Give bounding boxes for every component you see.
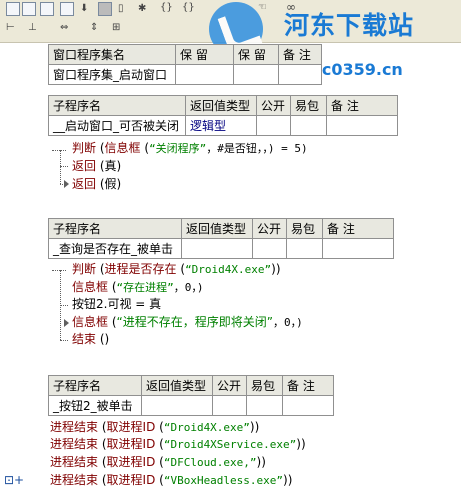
header-cell: 公开 bbox=[212, 375, 247, 396]
code-line[interactable]: 进程结束 (取进程ID (“Droid4X.exe”)) bbox=[50, 419, 259, 436]
code-line[interactable]: 结束 () bbox=[72, 331, 109, 348]
header-cell: 返回值类型 bbox=[181, 218, 253, 239]
resize-both-icon[interactable]: ⊞ bbox=[112, 21, 120, 35]
header-cell: 子程序名 bbox=[48, 95, 186, 116]
align-left-icon[interactable]: ⊢ bbox=[6, 21, 15, 35]
subprogram-table: 子程序名 返回值类型 公开 易包 备 注 _查询是否存在_被单击 bbox=[48, 218, 394, 259]
code-line[interactable]: 信息框 (“存在进程”，0，) bbox=[72, 279, 204, 296]
subprogram-name-cell[interactable]: _按钮2_被单击 bbox=[48, 395, 142, 416]
value-cell[interactable] bbox=[322, 238, 394, 259]
braces-icon[interactable]: {} bbox=[160, 1, 173, 15]
value-cell[interactable] bbox=[233, 64, 279, 85]
subprogram-name-cell[interactable]: __启动窗口_可否被关闭 bbox=[48, 115, 186, 136]
value-cell[interactable] bbox=[252, 238, 287, 259]
grid-view-icon[interactable] bbox=[6, 2, 20, 16]
header-cell: 备 注 bbox=[278, 44, 322, 65]
braces-icon[interactable]: {} bbox=[182, 1, 195, 15]
code-line[interactable]: 返回 (假) bbox=[72, 176, 121, 193]
code-line[interactable]: 返回 (真) bbox=[72, 158, 121, 175]
header-cell: 备 注 bbox=[322, 218, 394, 239]
value-cell[interactable] bbox=[256, 115, 291, 136]
page-icon[interactable]: ▯ bbox=[118, 2, 124, 16]
header-cell: 易包 bbox=[286, 218, 323, 239]
program-set-name-cell[interactable]: 窗口程序集_启动窗口 bbox=[48, 64, 176, 85]
value-cell[interactable] bbox=[290, 115, 327, 136]
code-line[interactable]: 判断 (信息框 (“关闭程序”，#是否钮，，) = 5) bbox=[72, 140, 308, 157]
header-cell: 保 留 bbox=[175, 44, 234, 65]
header-cell: 备 注 bbox=[282, 375, 334, 396]
return-type-cell[interactable] bbox=[141, 395, 213, 416]
code-line[interactable]: 判断 (进程是否存在 (“Droid4X.exe”)) bbox=[72, 261, 281, 278]
program-set-table: 窗口程序集名 保 留 保 留 备 注 窗口程序集_启动窗口 bbox=[48, 44, 322, 85]
value-cell[interactable] bbox=[175, 64, 234, 85]
return-type-cell[interactable]: 逻辑型 bbox=[185, 115, 257, 136]
resize-height-icon[interactable]: ⇕ bbox=[90, 21, 98, 35]
code-line[interactable]: 进程结束 (取进程ID (“VBoxHeadless.exe”)) bbox=[50, 472, 292, 489]
bug-icon[interactable]: ✱ bbox=[138, 2, 146, 16]
code-line[interactable]: 信息框 (“进程不存在，程序即将关闭”，0，) bbox=[72, 314, 303, 331]
value-cell[interactable] bbox=[246, 395, 283, 416]
header-cell: 窗口程序集名 bbox=[48, 44, 176, 65]
return-type-cell[interactable] bbox=[181, 238, 253, 259]
flow-arrow-icon bbox=[64, 319, 69, 327]
flow-arrow-icon bbox=[64, 180, 69, 188]
header-cell: 易包 bbox=[290, 95, 327, 116]
stop-icon[interactable] bbox=[98, 2, 112, 16]
value-cell[interactable] bbox=[326, 115, 398, 136]
value-cell[interactable] bbox=[286, 238, 323, 259]
header-cell: 返回值类型 bbox=[141, 375, 213, 396]
header-cell: 子程序名 bbox=[48, 218, 182, 239]
hand-icon[interactable]: ☜ bbox=[258, 1, 267, 15]
header-cell: 子程序名 bbox=[48, 375, 142, 396]
align-center-icon[interactable]: ⊥ bbox=[28, 21, 37, 35]
header-cell: 返回值类型 bbox=[185, 95, 257, 116]
grid-view-icon[interactable] bbox=[40, 2, 54, 16]
value-cell[interactable] bbox=[278, 64, 322, 85]
grid-view-icon[interactable] bbox=[22, 2, 36, 16]
subprogram-name-cell[interactable]: _查询是否存在_被单击 bbox=[48, 238, 182, 259]
code-line[interactable]: 进程结束 (取进程ID (“Droid4XService.exe”)) bbox=[50, 436, 306, 453]
value-cell[interactable] bbox=[212, 395, 247, 416]
header-cell: 备 注 bbox=[326, 95, 398, 116]
subprogram-table: 子程序名 返回值类型 公开 易包 备 注 __启动窗口_可否被关闭 逻辑型 bbox=[48, 95, 398, 136]
down-arrow-icon[interactable]: ⬇ bbox=[80, 2, 88, 16]
subprogram-table: 子程序名 返回值类型 公开 易包 备 注 _按钮2_被单击 bbox=[48, 375, 334, 416]
header-cell: 易包 bbox=[246, 375, 283, 396]
watermark-title: 河东下载站 bbox=[284, 11, 415, 40]
header-cell: 公开 bbox=[252, 218, 287, 239]
grid-view-icon[interactable] bbox=[60, 2, 74, 16]
header-cell: 公开 bbox=[256, 95, 291, 116]
insert-line-icon[interactable]: ⊡+ bbox=[4, 473, 24, 487]
header-cell: 保 留 bbox=[233, 44, 279, 65]
resize-width-icon[interactable]: ⇔ bbox=[60, 21, 68, 35]
code-line[interactable]: 进程结束 (取进程ID (“DFCloud.exe,”)) bbox=[50, 454, 266, 471]
code-line[interactable]: 按钮2.可视 = 真 bbox=[72, 296, 161, 313]
value-cell[interactable] bbox=[282, 395, 334, 416]
